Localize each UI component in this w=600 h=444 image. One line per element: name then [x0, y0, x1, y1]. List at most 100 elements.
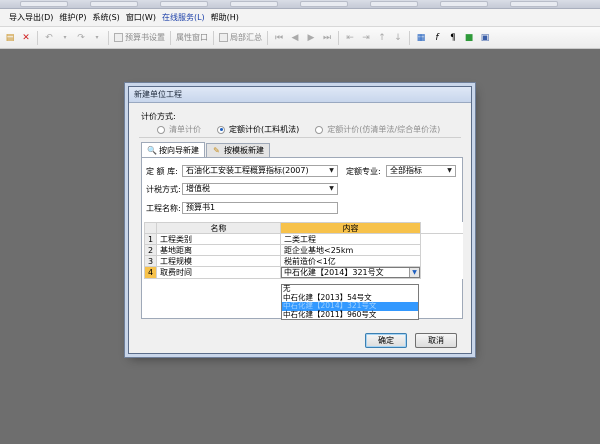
- menu-online-service[interactable]: 在线服务(L): [159, 9, 208, 27]
- fee-time-value: 中石化建【2014】321号文: [284, 268, 384, 277]
- quota-library-label: 定 额 库:: [146, 167, 178, 176]
- tab-wizard-new[interactable]: 🔍 按向导新建: [141, 142, 205, 157]
- grid-header-blank: [420, 222, 463, 234]
- row-content-cell[interactable]: 税前造价<1亿: [280, 255, 421, 267]
- tab-label: 按向导新建: [159, 145, 199, 155]
- toolbar-separator: [213, 30, 214, 45]
- radio-label: 清单计价: [169, 125, 201, 134]
- undo-icon[interactable]: ↶: [43, 32, 55, 44]
- summary-icon: [219, 33, 228, 42]
- partial-summary-button[interactable]: 局部汇总: [219, 32, 262, 43]
- redo-icon[interactable]: ↷: [75, 32, 87, 44]
- taskbar-ghost: [370, 1, 418, 7]
- table-row[interactable]: 2 基地距离 距企业基地<25km: [144, 244, 463, 256]
- toolbar-separator: [409, 30, 410, 45]
- menu-window[interactable]: 窗口(W): [123, 9, 159, 27]
- settings-icon: [114, 33, 123, 42]
- formula-icon[interactable]: f: [431, 32, 443, 44]
- row-content-cell[interactable]: 二类工程: [280, 233, 421, 245]
- move-left-icon[interactable]: ⇤: [344, 32, 356, 44]
- new-project-dialog: 新建单位工程 计价方式: 清单计价 定额计价(工料机法) 定额计价(仿清单法/综…: [128, 86, 472, 354]
- menu-maintain[interactable]: 维护(P): [56, 9, 89, 27]
- dropdown-option[interactable]: 中石化建【2011】960号文: [282, 310, 418, 320]
- toolbar: ▤ ✕ ↶ ▾ ↷ ▾ 预算书设置 属性窗口 局部汇总 ⏮ ◀ ▶ ⏭ ⇤ ⇥ …: [0, 27, 600, 49]
- grid-blank-cell: [420, 244, 463, 256]
- chevron-down-icon[interactable]: ▼: [327, 185, 336, 193]
- radio-quota-imitation-list[interactable]: 定额计价(仿清单法/综合单价法): [315, 124, 440, 135]
- radio-icon: [315, 125, 324, 134]
- move-down-icon[interactable]: ↓: [392, 32, 404, 44]
- grid-blank-cell: [420, 266, 463, 279]
- grid-corner: [144, 222, 157, 234]
- toolbar-separator: [170, 30, 171, 45]
- tax-method-value: 增值税: [186, 184, 210, 193]
- grid-blank-cell: [420, 255, 463, 267]
- magnifier-icon: 🔍: [147, 145, 157, 155]
- radio-label: 定额计价(仿清单法/综合单价法): [327, 125, 441, 134]
- radio-quota-labor-material[interactable]: 定额计价(工料机法): [217, 124, 299, 135]
- chevron-down-icon[interactable]: ▼: [409, 268, 419, 277]
- move-up-icon[interactable]: ↑: [376, 32, 388, 44]
- toolbar-separator: [108, 30, 109, 45]
- fee-time-select[interactable]: 中石化建【2014】321号文 ▼: [281, 267, 420, 278]
- table-row[interactable]: 4 取费时间 中石化建【2014】321号文 ▼: [144, 266, 463, 279]
- last-record-icon[interactable]: ⏭: [321, 32, 333, 44]
- menu-import-export[interactable]: 导入导出(D): [6, 9, 56, 27]
- menu-system[interactable]: 系统(S): [89, 9, 122, 27]
- radio-checked-icon: [217, 125, 225, 134]
- chevron-down-icon[interactable]: ▼: [445, 167, 454, 175]
- open-icon[interactable]: ▤: [4, 32, 16, 44]
- table-row[interactable]: 3 工程规模 税前造价<1亿: [144, 255, 463, 267]
- row-number: 2: [144, 244, 157, 256]
- quota-specialty-label: 定额专业:: [346, 167, 381, 176]
- quota-specialty-select[interactable]: 全部指标 ▼: [386, 165, 456, 177]
- next-record-icon[interactable]: ▶: [305, 32, 317, 44]
- grid-blank-cell: [420, 233, 463, 245]
- taskbar-ghost: [160, 1, 208, 7]
- toolbar-separator: [338, 30, 339, 45]
- budget-settings-button[interactable]: 预算书设置: [114, 32, 165, 43]
- taskbar-ghost: [20, 1, 68, 7]
- prev-record-icon[interactable]: ◀: [289, 32, 301, 44]
- taskbar-ghost: [440, 1, 488, 7]
- row-name-cell: 工程规模: [156, 255, 281, 267]
- chevron-down-icon[interactable]: ▼: [327, 167, 336, 175]
- row-name-cell: 取费时间: [156, 266, 281, 279]
- delete-icon[interactable]: ✕: [20, 32, 32, 44]
- toolbar-separator: [267, 30, 268, 45]
- radio-icon: [157, 125, 165, 134]
- chevron-down-icon[interactable]: ▾: [91, 32, 103, 44]
- partial-summary-label: 局部汇总: [230, 33, 262, 42]
- radio-list-pricing[interactable]: 清单计价: [157, 124, 201, 135]
- toolbar-separator: [37, 30, 38, 45]
- property-window-label: 属性窗口: [176, 33, 208, 42]
- chevron-down-icon[interactable]: ▾: [59, 32, 71, 44]
- paragraph-icon[interactable]: ¶: [447, 32, 459, 44]
- property-window-button[interactable]: 属性窗口: [176, 32, 208, 43]
- menu-bar: 导入导出(D) 维护(P) 系统(S) 窗口(W) 在线服务(L) 帮助(H): [0, 9, 600, 27]
- ok-button[interactable]: 确定: [365, 333, 407, 348]
- dialog-title: 新建单位工程: [129, 87, 471, 103]
- table-row[interactable]: 1 工程类别 二类工程: [144, 233, 463, 245]
- first-record-icon[interactable]: ⏮: [273, 32, 285, 44]
- format-icon[interactable]: ▦: [415, 32, 427, 44]
- quota-library-select[interactable]: 石油化工安装工程概算指标(2007) ▼: [182, 165, 338, 177]
- quota-specialty-value: 全部指标: [390, 166, 422, 175]
- pencil-icon: ✎: [213, 146, 220, 155]
- calculator-icon[interactable]: ▣: [479, 32, 491, 44]
- quota-library-value: 石油化工安装工程概算指标(2007): [186, 166, 309, 175]
- row-content-cell[interactable]: 距企业基地<25km: [280, 244, 421, 256]
- cube-icon[interactable]: ■: [463, 32, 475, 44]
- project-info-grid: 名称 内容 1 工程类别 二类工程 2 基地距离 距企业基地<25km 3 工程…: [144, 222, 463, 279]
- cancel-button[interactable]: 取消: [415, 333, 457, 348]
- move-right-icon[interactable]: ⇥: [360, 32, 372, 44]
- tax-method-select[interactable]: 增值税 ▼: [182, 183, 338, 195]
- tab-bar: 🔍 按向导新建 ✎ 按模板新建: [141, 142, 271, 157]
- tab-template-new[interactable]: ✎ 按模板新建: [206, 143, 270, 157]
- grid-header-name: 名称: [156, 222, 281, 234]
- menu-help[interactable]: 帮助(H): [208, 9, 242, 27]
- row-content-cell[interactable]: 中石化建【2014】321号文 ▼: [280, 266, 421, 279]
- row-number: 1: [144, 233, 157, 245]
- pricing-method-label: 计价方式:: [141, 112, 176, 121]
- project-name-input[interactable]: 预算书1: [182, 202, 338, 214]
